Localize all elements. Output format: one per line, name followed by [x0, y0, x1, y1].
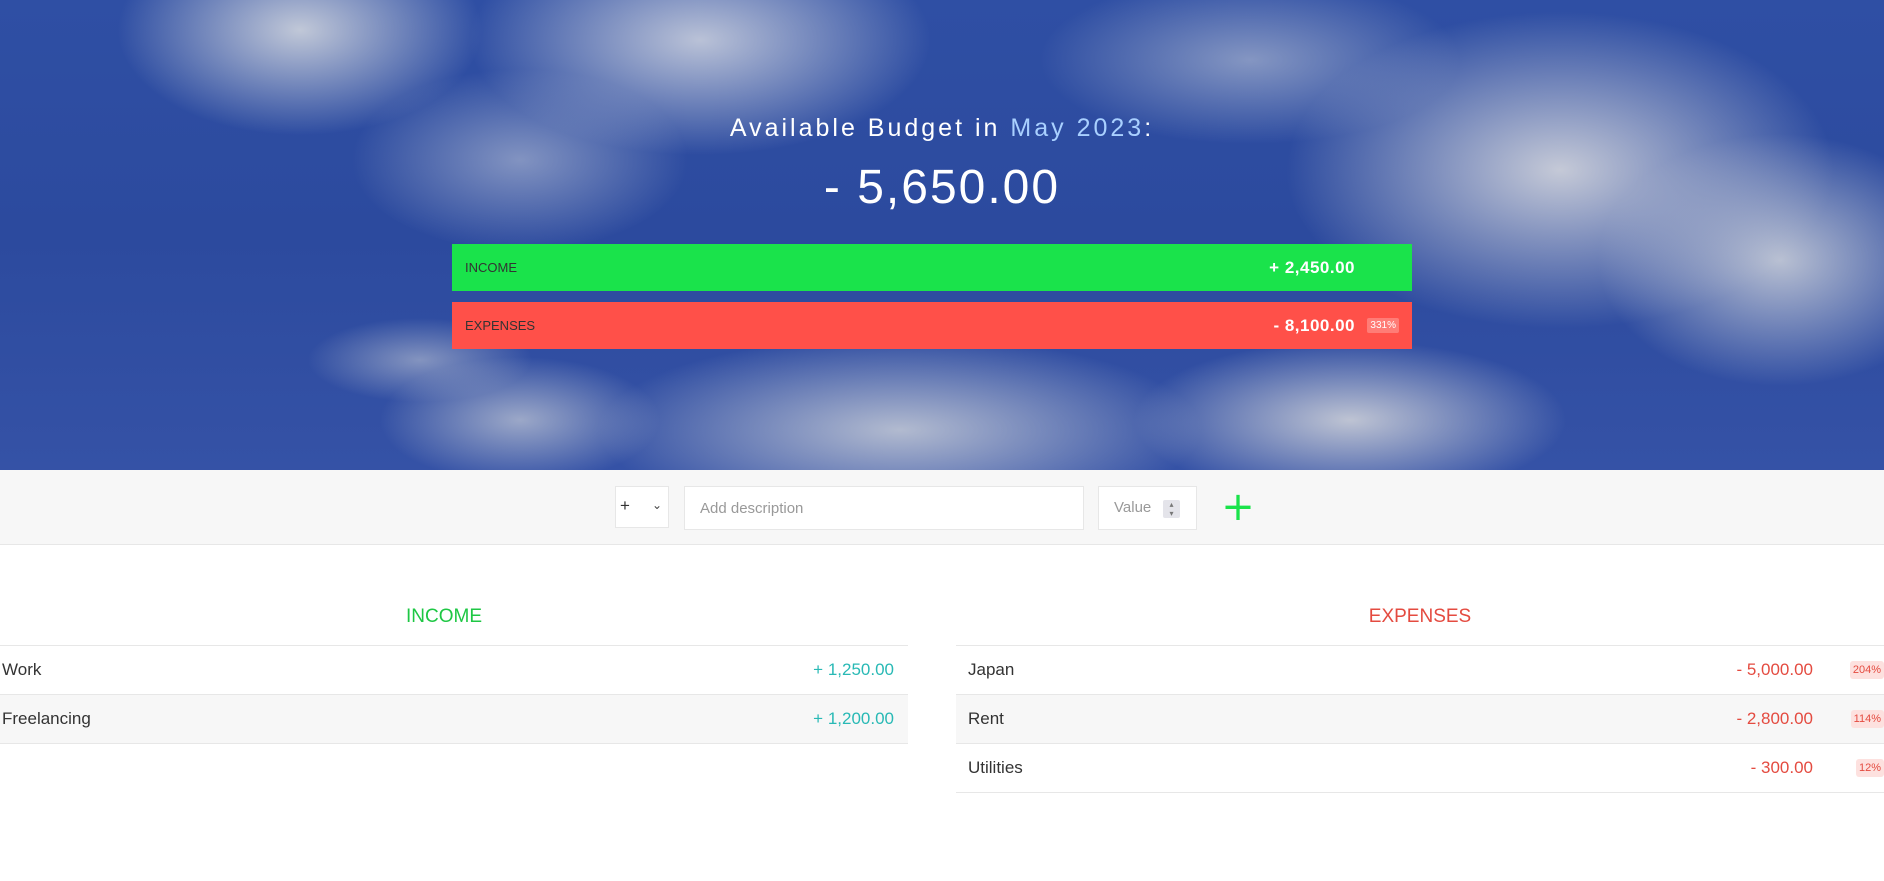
budget-header: Available Budget in May 2023: - 5,650.00…: [0, 0, 1884, 470]
add-item-bar: + ⌄ Value ▴▾ +: [0, 470, 1884, 545]
income-summary-label: Income: [465, 260, 517, 275]
type-select[interactable]: + ⌄: [615, 486, 669, 528]
income-item[interactable]: Freelancing + 1,200.00: [0, 694, 908, 744]
budget-title-prefix: Available Budget in: [729, 114, 1011, 142]
budget-title: Available Budget in May 2023:: [0, 114, 1884, 143]
number-spinner-icon[interactable]: ▴ ▾: [1163, 500, 1180, 518]
description-input[interactable]: [684, 486, 1084, 530]
budget-title-suffix: :: [1144, 114, 1155, 142]
budget-month: May 2023: [1010, 114, 1145, 142]
expense-item-description: Rent: [968, 709, 1004, 728]
expense-item-value: - 5,000.00: [1736, 660, 1813, 679]
expense-item-percentage: 114%: [1850, 710, 1884, 728]
expense-item-percentage: 12%: [1855, 759, 1884, 777]
income-summary: Income + 2,450.00: [452, 244, 1412, 291]
expense-item-value: - 2,800.00: [1736, 709, 1813, 728]
income-item-value: + 1,250.00: [813, 660, 894, 679]
value-placeholder: Value: [1114, 499, 1152, 516]
expense-item[interactable]: Rent - 2,800.00 114%: [956, 694, 1884, 743]
expenses-summary-value: - 8,100.00: [1273, 315, 1355, 335]
income-list: Work + 1,250.00 Freelancing + 1,200.00: [0, 645, 908, 744]
expenses-list-title: Expenses: [1368, 606, 1472, 627]
chevron-down-icon: ⌄: [651, 498, 662, 512]
expense-item-description: Utilities: [968, 758, 1023, 777]
type-select-value: +: [620, 496, 630, 515]
income-item-description: Work: [2, 660, 42, 679]
income-summary-value: + 2,450.00: [1269, 257, 1355, 277]
expense-item[interactable]: Japan - 5,000.00 204%: [956, 645, 1884, 694]
expense-item-value: - 300.00: [1750, 758, 1813, 777]
expense-item[interactable]: Utilities - 300.00 12%: [956, 743, 1884, 793]
expenses-list: Japan - 5,000.00 204% Rent - 2,800.00 11…: [956, 645, 1884, 793]
expense-item-percentage: 204%: [1849, 661, 1884, 679]
budget-value: - 5,650.00: [823, 161, 1061, 214]
add-button[interactable]: +: [1220, 486, 1256, 528]
income-item-description: Freelancing: [2, 709, 91, 728]
expense-item-description: Japan: [968, 660, 1015, 679]
income-list-title: Income: [406, 606, 482, 627]
income-item-value: + 1,200.00: [813, 709, 894, 728]
income-item[interactable]: Work + 1,250.00: [0, 645, 908, 694]
expenses-summary: Expenses - 8,100.00 331%: [452, 302, 1412, 349]
expenses-summary-percentage: 331%: [1367, 318, 1399, 333]
expenses-summary-label: Expenses: [465, 318, 536, 333]
value-input[interactable]: Value ▴ ▾: [1098, 486, 1197, 530]
